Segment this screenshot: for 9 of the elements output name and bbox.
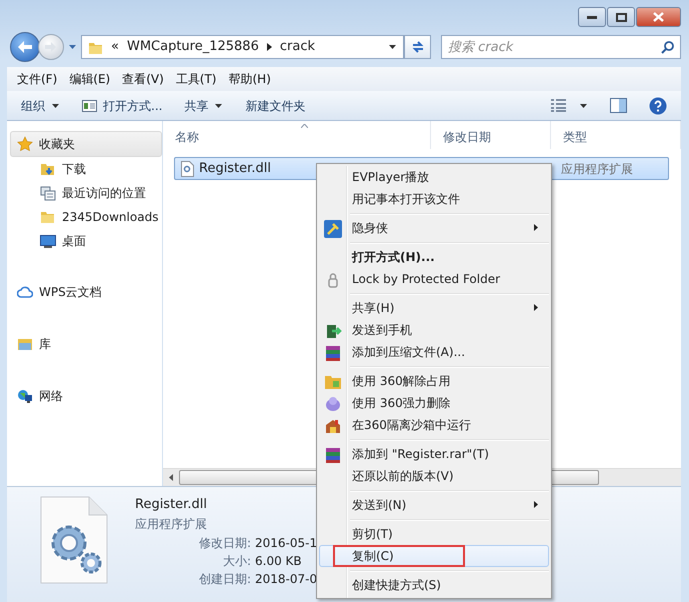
details-label: 创建日期: [198,570,251,588]
details-file-name: Register.dll [135,496,208,514]
details-value: 2018-07-0 [255,570,318,588]
details-value: 6.00 KB [255,552,303,570]
details-label: 修改日期: [198,534,251,552]
details-label: 大小: [222,552,251,570]
details-file-type: 应用程序扩展 [135,516,208,532]
details-value: 2016-05-1 [255,534,318,552]
file-type: 应用程序扩展 [560,160,634,178]
